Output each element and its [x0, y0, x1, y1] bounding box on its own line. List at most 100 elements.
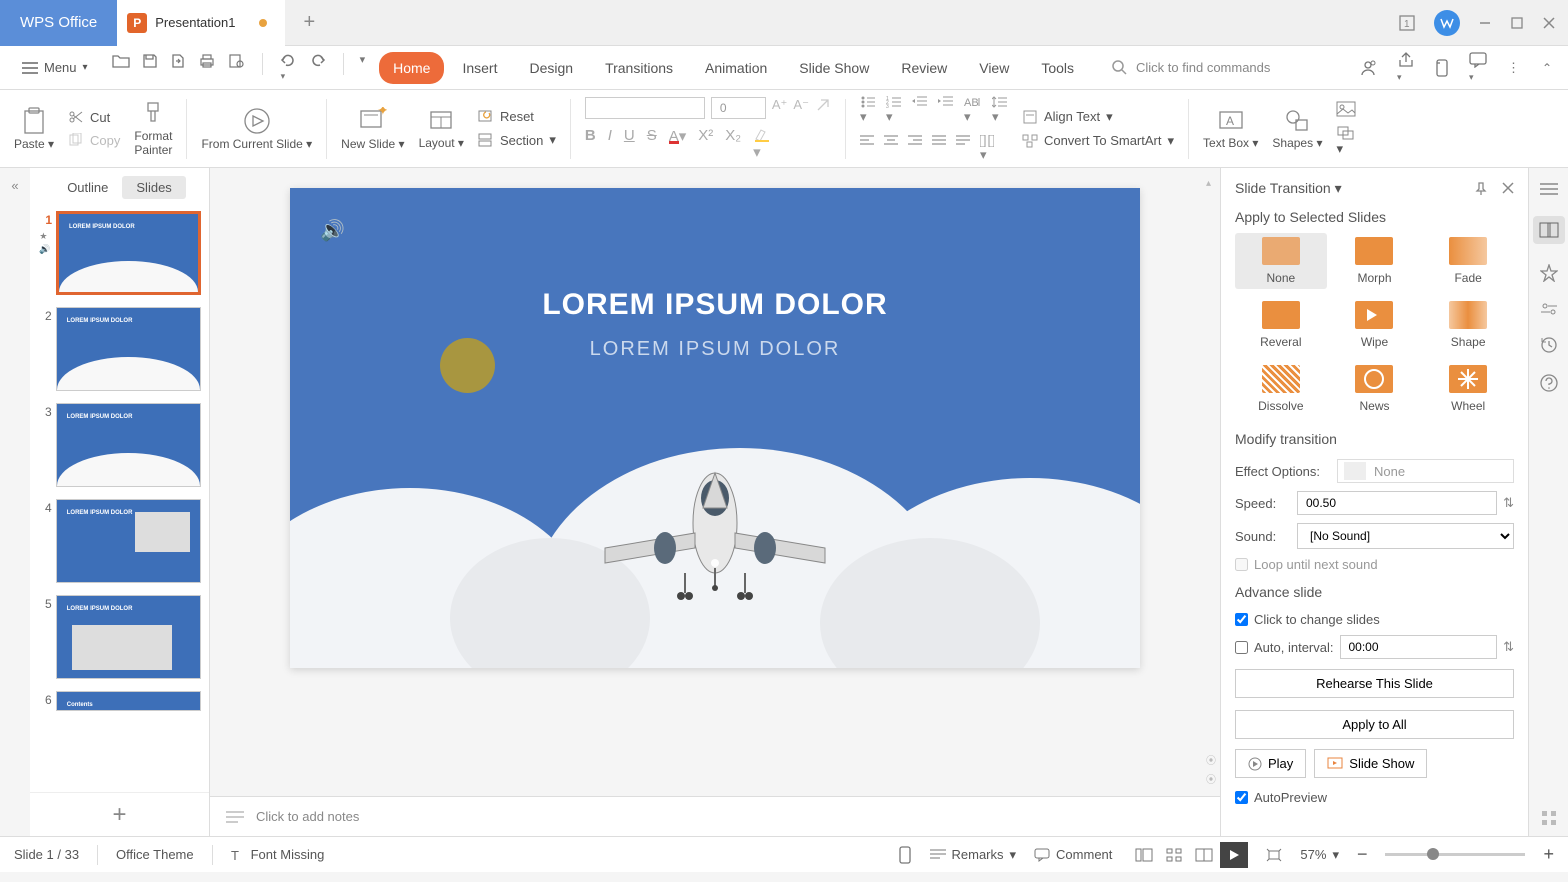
from-current-slide-button[interactable]: From Current Slide ▾ — [201, 107, 312, 151]
next-slide-icon[interactable]: ⦿ — [1206, 771, 1216, 786]
slide-thumbnail-6[interactable]: Contents — [56, 691, 201, 711]
subscript-icon[interactable]: X₂ — [725, 127, 741, 161]
auto-advance-checkbox[interactable] — [1235, 641, 1248, 654]
tab-slideshow[interactable]: Slide Show — [785, 52, 883, 84]
prev-slide-icon[interactable]: ⦿ — [1206, 752, 1216, 767]
apply-all-button[interactable]: Apply to All — [1235, 710, 1514, 739]
scroll-up-icon[interactable]: ▴ — [1206, 178, 1216, 189]
undo-icon[interactable]: ▾ — [279, 53, 297, 82]
outline-tab[interactable]: Outline — [53, 176, 122, 199]
reading-view-button[interactable] — [1190, 842, 1218, 868]
minimize-button[interactable] — [1478, 16, 1492, 30]
bold-icon[interactable]: B — [585, 127, 596, 161]
redo-icon[interactable] — [309, 53, 327, 82]
align-text-button[interactable]: Align Text ▾ — [1022, 109, 1174, 125]
tab-animation[interactable]: Animation — [691, 52, 781, 84]
distribute-icon[interactable] — [956, 135, 970, 163]
slide-thumbnail-1[interactable]: LOREM IPSUM DOLOR — [56, 211, 201, 295]
zoom-slider[interactable] — [1385, 853, 1525, 856]
justify-icon[interactable] — [932, 135, 946, 163]
rail-grid-icon[interactable] — [1541, 810, 1557, 826]
line-spacing-icon[interactable]: ▾ — [992, 95, 1008, 125]
transition-dissolve[interactable]: Dissolve — [1235, 361, 1327, 417]
picture-icon[interactable] — [1336, 101, 1356, 117]
columns-icon[interactable]: ▾ — [980, 135, 994, 163]
font-size-input[interactable] — [711, 97, 766, 119]
arrange-icon[interactable]: ▾ — [1336, 125, 1356, 157]
new-slide-button[interactable]: ✦ New Slide ▾ — [341, 107, 404, 151]
align-left-icon[interactable] — [860, 135, 874, 163]
open-icon[interactable] — [112, 53, 130, 82]
layout-button[interactable]: Layout ▾ — [419, 108, 464, 150]
transition-none[interactable]: None — [1235, 233, 1327, 289]
text-direction-icon[interactable]: AB▾ — [964, 95, 982, 125]
tab-transitions[interactable]: Transitions — [591, 52, 687, 84]
zoom-level[interactable]: 57% ▾ — [1300, 847, 1339, 863]
transition-reveral[interactable]: Reveral — [1235, 297, 1327, 353]
device-icon[interactable] — [898, 846, 912, 864]
speaker-icon[interactable]: 🔊 — [320, 218, 345, 243]
rail-history-icon[interactable] — [1540, 336, 1558, 354]
print-icon[interactable] — [198, 53, 216, 82]
slide-counter[interactable]: Slide 1 / 33 — [14, 847, 79, 862]
transition-fade[interactable]: Fade — [1422, 233, 1514, 289]
transition-wipe[interactable]: Wipe — [1329, 297, 1421, 353]
slide-thumbnail-4[interactable]: LOREM IPSUM DOLOR — [56, 499, 201, 583]
convert-smartart-button[interactable]: Convert To SmartArt ▾ — [1022, 133, 1174, 149]
format-painter-button[interactable]: Format Painter — [134, 101, 172, 157]
strikethrough-icon[interactable]: S — [647, 127, 657, 161]
slide-canvas[interactable]: 🔊 LOREM IPSUM DOLOR LOREM IPSUM DOLOR — [290, 188, 1140, 668]
window-mode-icon[interactable]: 1 — [1398, 14, 1416, 32]
theme-label[interactable]: Office Theme — [116, 847, 194, 862]
font-missing-button[interactable]: TFont Missing — [231, 847, 325, 863]
tab-home[interactable]: Home — [379, 52, 444, 84]
rail-help-icon[interactable] — [1540, 374, 1558, 392]
rail-menu-icon[interactable] — [1540, 182, 1558, 196]
align-right-icon[interactable] — [908, 135, 922, 163]
transition-morph[interactable]: Morph — [1329, 233, 1421, 289]
close-button[interactable] — [1542, 16, 1556, 30]
slide-title-text[interactable]: LOREM IPSUM DOLOR — [290, 288, 1140, 322]
normal-view-button[interactable] — [1130, 842, 1158, 868]
clear-format-icon[interactable] — [815, 97, 831, 119]
add-slide-button[interactable]: + — [30, 792, 209, 836]
paste-button[interactable]: Paste ▾ — [14, 107, 54, 151]
export-icon[interactable] — [170, 53, 186, 82]
notes-input[interactable]: Click to add notes — [210, 796, 1220, 836]
tab-review[interactable]: Review — [887, 52, 961, 84]
transition-wheel[interactable]: Wheel — [1422, 361, 1514, 417]
sound-select[interactable]: [No Sound] — [1297, 523, 1514, 549]
qat-customize-icon[interactable]: ▾ — [360, 53, 366, 82]
slide-thumbnail-2[interactable]: LOREM IPSUM DOLOR — [56, 307, 201, 391]
align-center-icon[interactable] — [884, 135, 898, 163]
font-name-input[interactable] — [585, 97, 705, 119]
user-icon[interactable] — [1359, 59, 1377, 77]
rail-animation-icon[interactable] — [1540, 264, 1558, 282]
effect-value[interactable]: None — [1374, 464, 1405, 479]
slides-tab[interactable]: Slides — [122, 176, 185, 199]
command-search[interactable]: Click to find commands — [1112, 60, 1270, 76]
highlight-icon[interactable]: ▾ — [753, 127, 771, 161]
rail-transition-icon[interactable] — [1533, 216, 1565, 244]
wps-logo-icon[interactable] — [1434, 10, 1460, 36]
maximize-button[interactable] — [1510, 16, 1524, 30]
collapse-panel-icon[interactable]: « — [0, 168, 30, 836]
section-button[interactable]: Section ▾ — [478, 132, 556, 148]
more-icon[interactable]: ⋮ — [1507, 60, 1522, 76]
font-color-icon[interactable]: A▾ — [669, 127, 687, 161]
numbering-icon[interactable]: 123▾ — [886, 95, 902, 125]
italic-icon[interactable]: I — [608, 127, 612, 161]
tab-design[interactable]: Design — [515, 52, 587, 84]
document-tab[interactable]: P Presentation1 — [117, 0, 285, 46]
rail-settings-icon[interactable] — [1540, 302, 1558, 316]
transition-pane-title[interactable]: Slide Transition ▾ — [1235, 180, 1342, 197]
cut-button[interactable]: Cut — [68, 110, 120, 125]
thumbnails-list[interactable]: 1 ★🔊 LOREM IPSUM DOLOR 2LOREM IPSUM DOLO… — [30, 207, 209, 792]
print-preview-icon[interactable] — [228, 53, 246, 82]
autopreview-checkbox[interactable] — [1235, 791, 1248, 804]
transition-news[interactable]: News — [1329, 361, 1421, 417]
rehearse-button[interactable]: Rehearse This Slide — [1235, 669, 1514, 698]
close-pane-icon[interactable] — [1502, 182, 1514, 196]
tab-insert[interactable]: Insert — [448, 52, 511, 84]
superscript-icon[interactable]: X² — [698, 127, 713, 161]
